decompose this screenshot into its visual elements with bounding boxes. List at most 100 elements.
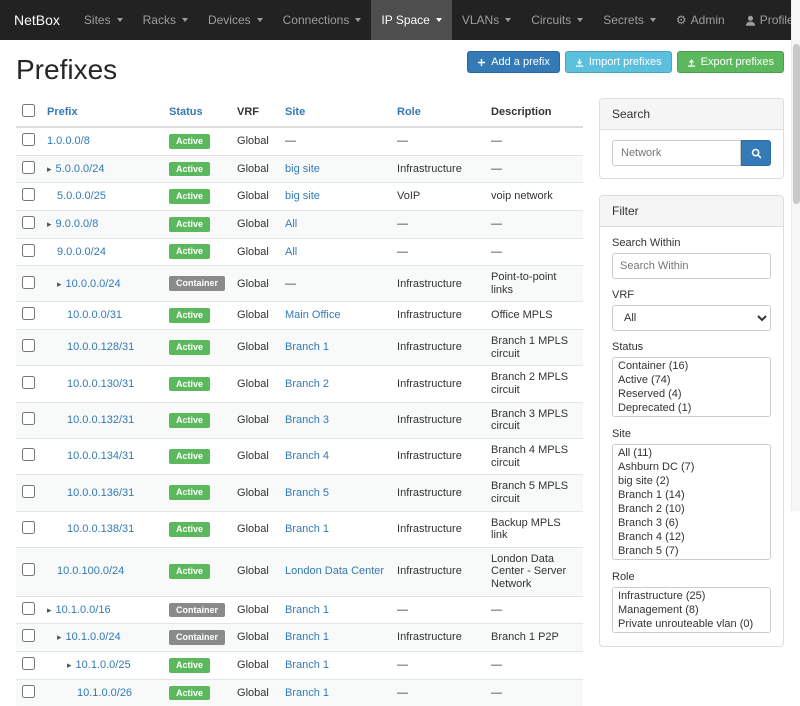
select-all-checkbox[interactable] (22, 104, 35, 117)
prefix-link[interactable]: 10.1.0.0/25 (76, 659, 131, 671)
description-cell: Office MPLS (485, 302, 583, 330)
prefix-link[interactable]: 9.0.0.0/24 (57, 246, 106, 258)
filter-multiselect-role[interactable]: Infrastructure (25)Management (8)Private… (612, 587, 771, 633)
app-brand[interactable]: NetBox (0, 0, 74, 40)
row-checkbox[interactable] (22, 339, 35, 352)
prefix-link[interactable]: 5.0.0.0/24 (56, 163, 105, 175)
column-header-status[interactable]: Status (169, 106, 203, 118)
row-checkbox[interactable] (22, 629, 35, 642)
prefix-link[interactable]: 10.0.0.134/31 (67, 450, 134, 462)
row-checkbox[interactable] (22, 133, 35, 146)
search-input[interactable] (612, 140, 741, 166)
expand-toggle-icon[interactable]: ▸ (47, 605, 52, 615)
expand-toggle-icon[interactable]: ▸ (67, 660, 72, 670)
prefix-link[interactable]: 10.0.0.130/31 (67, 378, 134, 390)
table-row: ▸5.0.0.0/24ActiveGlobalbig siteInfrastru… (16, 155, 583, 183)
scrollbar-thumb[interactable] (793, 44, 800, 204)
site-link[interactable]: Branch 3 (285, 414, 329, 426)
nav-item-vlans[interactable]: VLANs (452, 0, 521, 40)
sidebar: Search Filter (599, 98, 784, 663)
row-checkbox[interactable] (22, 188, 35, 201)
row-checkbox[interactable] (22, 448, 35, 461)
row-checkbox[interactable] (22, 521, 35, 534)
site-link[interactable]: Branch 1 (285, 631, 329, 643)
nav-item-racks[interactable]: Racks (133, 0, 198, 40)
filter-input-search-within[interactable] (612, 253, 771, 279)
prefix-link[interactable]: 10.0.0.0/31 (67, 309, 122, 321)
nav-item-devices[interactable]: Devices (198, 0, 273, 40)
nav-item-connections[interactable]: Connections (273, 0, 372, 40)
filter-panel: Filter Search WithinVRFAllStatusContaine… (599, 195, 784, 647)
site-link[interactable]: Main Office (285, 309, 340, 321)
site-link[interactable]: Branch 1 (285, 687, 329, 699)
add-a-prefix-button[interactable]: Add a prefix (467, 51, 560, 73)
row-checkbox[interactable] (22, 657, 35, 670)
row-checkbox[interactable] (22, 485, 35, 498)
prefix-link[interactable]: 10.0.100.0/24 (57, 565, 124, 577)
row-checkbox[interactable] (22, 563, 35, 576)
prefix-link[interactable]: 10.1.0.0/24 (66, 631, 121, 643)
site-link[interactable]: Branch 1 (285, 659, 329, 671)
row-checkbox[interactable] (22, 602, 35, 615)
site-link[interactable]: London Data Center (285, 565, 384, 577)
prefix-link[interactable]: 10.0.0.138/31 (67, 523, 134, 535)
prefix-link[interactable]: 10.1.0.0/16 (56, 604, 111, 616)
page-scrollbar[interactable] (791, 0, 800, 511)
import-prefixes-button[interactable]: Import prefixes (565, 51, 672, 73)
table-row: ▸10.1.0.0/24ContainerGlobalBranch 1Infra… (16, 624, 583, 652)
filter-multiselect-site[interactable]: All (11)Ashburn DC (7)big site (2)Branch… (612, 444, 771, 560)
row-checkbox[interactable] (22, 685, 35, 698)
expand-toggle-icon[interactable]: ▸ (47, 219, 52, 229)
row-checkbox[interactable] (22, 376, 35, 389)
site-link[interactable]: Branch 4 (285, 450, 329, 462)
role-cell: Infrastructure (391, 624, 485, 652)
nav-item-secrets[interactable]: Secrets (593, 0, 666, 40)
prefix-link[interactable]: 10.0.0.132/31 (67, 414, 134, 426)
row-checkbox[interactable] (22, 244, 35, 257)
column-header-role[interactable]: Role (397, 106, 421, 118)
site-link[interactable]: All (285, 246, 297, 258)
column-header-prefix[interactable]: Prefix (47, 106, 78, 118)
row-checkbox[interactable] (22, 307, 35, 320)
site-link[interactable]: Branch 1 (285, 604, 329, 616)
prefix-link[interactable]: 9.0.0.0/8 (56, 218, 99, 230)
prefix-link[interactable]: 10.1.0.0/26 (77, 687, 132, 699)
export-prefixes-button[interactable]: Export prefixes (677, 51, 784, 73)
nav-item-ip-space[interactable]: IP Space (371, 0, 451, 40)
table-row: 1.0.0.0/8ActiveGlobal——— (16, 127, 583, 155)
status-badge: Active (169, 134, 210, 149)
vrf-cell: Global (231, 547, 279, 596)
site-link[interactable]: Branch 5 (285, 487, 329, 499)
site-link[interactable]: Branch 2 (285, 378, 329, 390)
filter-label-search-within: Search Within (612, 237, 771, 249)
site-link[interactable]: Branch 1 (285, 341, 329, 353)
vrf-cell: Global (231, 238, 279, 266)
prefix-link[interactable]: 10.0.0.136/31 (67, 487, 134, 499)
filter-multiselect-status[interactable]: Container (16)Active (74)Reserved (4)Dep… (612, 357, 771, 417)
site-link[interactable]: All (285, 218, 297, 230)
row-checkbox[interactable] (22, 161, 35, 174)
description-cell: Branch 4 MPLS circuit (485, 438, 583, 474)
site-link[interactable]: Branch 1 (285, 523, 329, 535)
site-link[interactable]: big site (285, 190, 320, 202)
nav-admin[interactable]: ⚙Admin (666, 0, 735, 40)
row-checkbox[interactable] (22, 276, 35, 289)
row-checkbox[interactable] (22, 216, 35, 229)
search-button[interactable] (741, 140, 771, 166)
role-cell: Infrastructure (391, 366, 485, 402)
prefix-link[interactable]: 10.0.0.0/24 (66, 278, 121, 290)
expand-toggle-icon[interactable]: ▸ (57, 632, 62, 642)
column-header-site[interactable]: Site (285, 106, 305, 118)
status-badge: Active (169, 686, 210, 701)
expand-toggle-icon[interactable]: ▸ (57, 279, 62, 289)
filter-select-vrf[interactable]: All (612, 305, 771, 331)
nav-item-circuits[interactable]: Circuits (521, 0, 593, 40)
site-link[interactable]: big site (285, 163, 320, 175)
row-checkbox[interactable] (22, 412, 35, 425)
prefix-link[interactable]: 1.0.0.0/8 (47, 135, 90, 147)
prefix-link[interactable]: 5.0.0.0/25 (57, 190, 106, 202)
expand-toggle-icon[interactable]: ▸ (47, 164, 52, 174)
nav-item-sites[interactable]: Sites (74, 0, 133, 40)
status-badge: Active (169, 449, 210, 464)
prefix-link[interactable]: 10.0.0.128/31 (67, 341, 134, 353)
